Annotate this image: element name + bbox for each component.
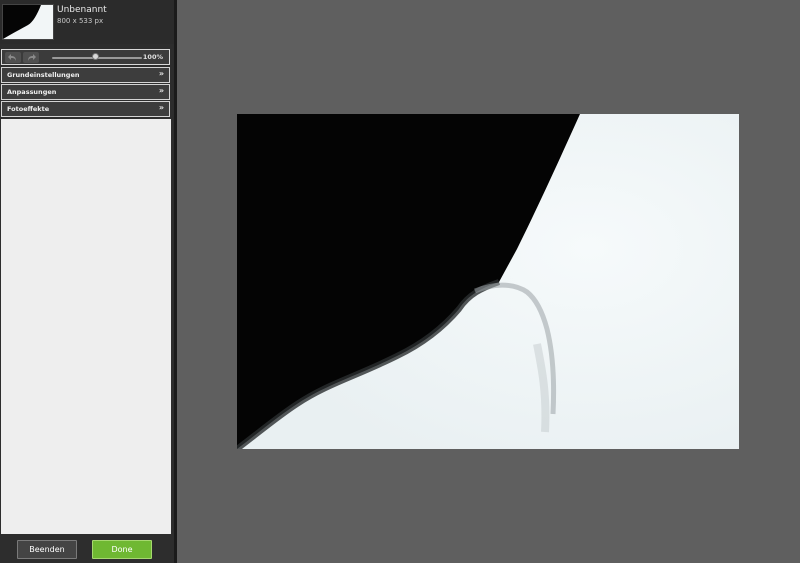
- double-chevron-down-icon: »: [158, 69, 164, 78]
- double-chevron-down-icon: »: [158, 103, 164, 112]
- document-header: Unbenannt 800 x 533 px: [0, 0, 174, 44]
- quit-button[interactable]: Beenden: [17, 540, 77, 559]
- sidebar-divider[interactable]: [174, 0, 177, 563]
- undo-arrow-icon: [8, 53, 16, 61]
- edit-toolbar: 100%: [1, 49, 170, 65]
- settings-panel: [1, 119, 171, 534]
- section-grundeinstellungen[interactable]: Grundeinstellungen »: [1, 67, 170, 83]
- redo-button[interactable]: [23, 52, 39, 63]
- section-anpassungen[interactable]: Anpassungen »: [1, 84, 170, 100]
- zoom-percentage: 100%: [142, 53, 163, 61]
- editor-sidebar: Unbenannt 800 x 533 px 100% Grundeinstel…: [0, 0, 174, 563]
- redo-arrow-icon: [28, 53, 36, 61]
- section-label: Anpassungen: [7, 88, 57, 96]
- zoom-slider-handle[interactable]: [92, 53, 99, 60]
- document-title: Unbenannt: [57, 5, 107, 15]
- document-dimensions: 800 x 533 px: [57, 17, 104, 25]
- section-label: Grundeinstellungen: [7, 71, 80, 79]
- photo-canvas[interactable]: [237, 114, 739, 449]
- document-thumbnail: [2, 4, 54, 40]
- section-fotoeffekte[interactable]: Fotoeffekte »: [1, 101, 170, 117]
- done-button[interactable]: Done: [92, 540, 152, 559]
- undo-button[interactable]: [5, 52, 21, 63]
- section-label: Fotoeffekte: [7, 105, 50, 113]
- double-chevron-down-icon: »: [158, 86, 164, 95]
